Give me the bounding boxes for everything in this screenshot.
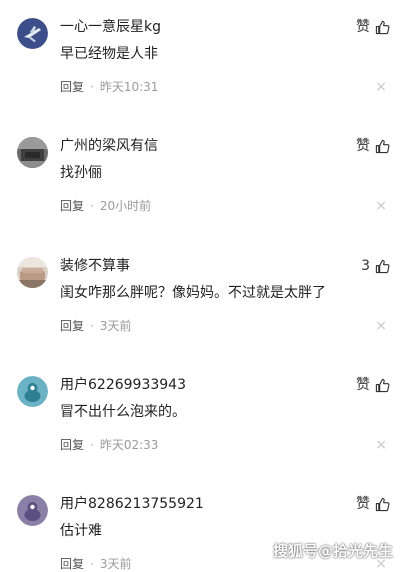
reply-button[interactable]: 回复 xyxy=(60,438,84,452)
close-icon[interactable]: × xyxy=(375,318,387,334)
reply-button[interactable]: 回复 xyxy=(60,80,84,94)
comment-username[interactable]: 一心一意辰星kg xyxy=(60,18,161,36)
comment-text: 找孙俪 xyxy=(60,165,102,181)
comment-username[interactable]: 用户8286213755921 xyxy=(60,495,204,513)
comment-time: 3天前 xyxy=(99,319,132,333)
like-count: 赞 xyxy=(356,138,370,154)
comment-username[interactable]: 装修不算事 xyxy=(60,257,130,275)
thumbs-up-icon xyxy=(375,378,390,392)
comment-text: 估计难 xyxy=(60,523,102,539)
separator-dot: · xyxy=(90,319,94,333)
like-button[interactable]: 赞 xyxy=(356,137,390,155)
like-button[interactable]: 3 xyxy=(361,257,390,275)
like-button[interactable]: 赞 xyxy=(356,495,390,513)
comment-username[interactable]: 广州的梁风有信 xyxy=(60,137,158,155)
comment-time: 昨天02:33 xyxy=(99,438,159,452)
reply-button[interactable]: 回复 xyxy=(60,319,84,333)
avatar[interactable] xyxy=(17,376,48,407)
comment-text: 早已经物是人非 xyxy=(60,46,158,62)
separator-dot: · xyxy=(90,438,94,452)
like-count: 赞 xyxy=(356,496,370,512)
separator-dot: · xyxy=(90,199,94,213)
comment-item: 一心一意辰星kg 赞 早已经物是人非 回复 · 昨天10:31 × xyxy=(0,18,407,137)
like-count: 3 xyxy=(361,258,370,274)
close-icon[interactable]: × xyxy=(375,79,387,95)
comment-meta: 回复 · 20小时前 xyxy=(60,198,151,214)
thumbs-up-icon xyxy=(375,259,390,273)
comment-time: 20小时前 xyxy=(99,199,152,213)
room-photo-avatar-icon xyxy=(17,137,48,168)
comment-meta: 回复 · 昨天02:33 xyxy=(60,437,158,453)
avatar[interactable] xyxy=(17,18,48,49)
comment-username[interactable]: 用户62269933943 xyxy=(60,376,186,394)
default-user-avatar-teal-icon xyxy=(17,376,48,407)
comment-meta: 回复 · 3天前 xyxy=(60,556,131,572)
comment-time: 昨天10:31 xyxy=(99,80,159,94)
comment-meta: 回复 · 昨天10:31 xyxy=(60,79,158,95)
reply-button[interactable]: 回复 xyxy=(60,199,84,213)
avatar[interactable] xyxy=(17,257,48,288)
jet-airplane-avatar-icon xyxy=(17,18,48,49)
close-icon[interactable]: × xyxy=(375,198,387,214)
default-user-avatar-purple-icon xyxy=(17,495,48,526)
thumbs-up-icon xyxy=(375,20,390,34)
like-button[interactable]: 赞 xyxy=(356,376,390,394)
like-count: 赞 xyxy=(356,19,370,35)
like-count: 赞 xyxy=(356,377,370,393)
comment-item: 用户62269933943 赞 冒不出什么泡来的。 回复 · 昨天02:33 × xyxy=(0,376,407,495)
comment-item: 装修不算事 3 闺女咋那么胖呢？像妈妈。不过就是太胖了 回复 · 3天前 × xyxy=(0,257,407,376)
separator-dot: · xyxy=(90,80,94,94)
comment-text: 闺女咋那么胖呢？像妈妈。不过就是太胖了 xyxy=(60,285,326,301)
close-icon[interactable]: × xyxy=(375,437,387,453)
avatar[interactable] xyxy=(17,137,48,168)
thumbs-up-icon xyxy=(375,139,390,153)
comment-item: 广州的梁风有信 赞 找孙俪 回复 · 20小时前 × xyxy=(0,137,407,256)
comment-text: 冒不出什么泡来的。 xyxy=(60,404,186,420)
avatar[interactable] xyxy=(17,495,48,526)
comment-meta: 回复 · 3天前 xyxy=(60,318,131,334)
living-room-avatar-icon xyxy=(17,257,48,288)
like-button[interactable]: 赞 xyxy=(356,18,390,36)
watermark: 搜狐号@拾光先生 xyxy=(272,542,393,560)
thumbs-up-icon xyxy=(375,497,390,511)
